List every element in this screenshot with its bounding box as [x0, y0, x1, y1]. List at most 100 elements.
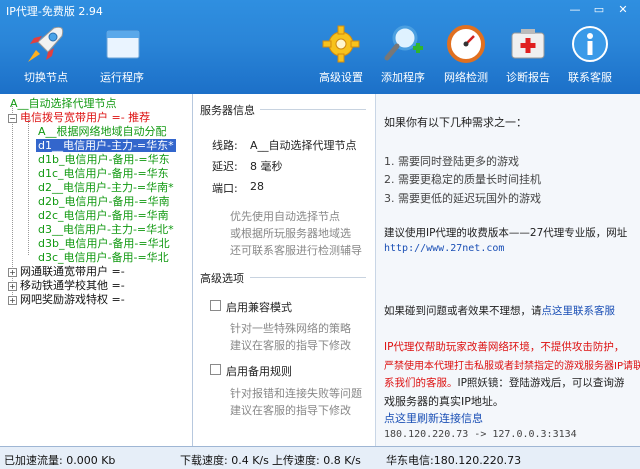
contact-link[interactable]: 点这里联系客服: [542, 305, 616, 317]
website-link[interactable]: http://www.27net.com: [384, 243, 504, 254]
tree-node-item[interactable]: d1c_电信用户-备用-=华东: [38, 167, 169, 181]
tree-node-label: A__自动选择代理节点: [10, 97, 117, 110]
network-check-button[interactable]: 网络检测: [438, 22, 494, 90]
tree-node-item[interactable]: d2c_电信用户-备用-=华南: [38, 209, 169, 223]
expand-icon[interactable]: +: [8, 281, 17, 291]
suggest-text: 建议使用IP代理的收费版本——27代理专业版，网址: [384, 227, 628, 239]
gear-icon: [322, 25, 360, 63]
tree-node-auto[interactable]: A__自动选择代理节点: [10, 97, 117, 111]
tree-node-label: d1c_电信用户-备用-=华东: [38, 167, 169, 180]
warning-line-1: IP代理仅帮助玩家改善网络环境，不提供攻击防护，: [384, 341, 625, 353]
backup-rules-label[interactable]: 启用备用规则: [226, 363, 292, 379]
need-2: 2. 需要更稳定的质量长时间挂机: [384, 173, 541, 186]
need-3: 3. 需要更低的延迟玩国外的游戏: [384, 192, 541, 205]
status-bar: 已加速流量: 0.000 Kb 下载速度: 0.4 K/s 上传速度: 0.8 …: [0, 446, 640, 469]
expand-icon[interactable]: +: [8, 267, 17, 277]
tree-node-label: 电信拨号宽带用户 =- 推荐: [20, 111, 151, 124]
download-speed: 下载速度: 0.4 K/s: [180, 454, 269, 467]
connection-info: 180.120.220.73 -> 127.0.0.3:3134: [384, 429, 577, 440]
tree-node-label: d3c_电信用户-备用-=华北: [38, 251, 169, 264]
switch-node-button[interactable]: 切换节点: [16, 22, 76, 90]
compat-mode-checkbox[interactable]: [210, 300, 221, 311]
tree-node-mobile[interactable]: + 移动铁通学校其他 =-: [8, 279, 125, 293]
warning-line-3: 系我们的客服。IP照妖镜：登陆游戏后，可以查询游: [384, 375, 624, 390]
tree-node-label: A__根据网络地域自动分配: [38, 125, 167, 138]
server-note-3: 还可联系客服进行检测辅导: [230, 244, 362, 257]
tree-node-netbar[interactable]: + 网吧奖励游戏特权 =-: [8, 293, 125, 307]
compat-note-2: 建议在客服的指导下修改: [230, 339, 351, 352]
warning-line-4: 戏服务器的真实IP地址。: [384, 395, 504, 408]
tree-node-telecom[interactable]: − 电信拨号宽带用户 =- 推荐: [8, 111, 150, 125]
diagnose-report-button[interactable]: 诊断报告: [500, 22, 556, 90]
tree-node-label: 移动铁通学校其他 =-: [20, 279, 125, 292]
port-value: 28: [250, 180, 264, 193]
backup-note-2: 建议在客服的指导下修改: [230, 404, 351, 417]
tree-node-label: d1b_电信用户-备用-=华东: [38, 153, 170, 166]
server-info-title: 服务器信息: [200, 104, 255, 117]
add-program-button[interactable]: 添加程序: [375, 22, 431, 90]
line-label: 线路:: [212, 139, 238, 152]
refresh-connection-link[interactable]: 点这里刷新连接信息: [384, 410, 483, 426]
tree-line: [28, 120, 29, 255]
collapse-icon[interactable]: −: [8, 113, 17, 123]
backup-rules-checkbox[interactable]: [210, 364, 221, 375]
network-check-label: 网络检测: [444, 71, 488, 84]
latency-value: 8 毫秒: [250, 160, 283, 173]
node-tree: A__自动选择代理节点 − 电信拨号宽带用户 =- 推荐 A__根据网络地域自动分…: [0, 94, 193, 446]
divider: [260, 109, 366, 110]
port-label: 端口:: [212, 182, 238, 195]
tree-node-item-selected[interactable]: d1__电信用户-主力-=华东*: [36, 139, 176, 153]
tree-node-label: d1__电信用户-主力-=华东*: [36, 139, 176, 152]
run-program-button[interactable]: 运行程序: [92, 22, 152, 90]
header-bar: IP代理-免费版 2.94 — ▭ ✕ 切换节点 运行程序 高级设置 添加程序 …: [0, 0, 640, 94]
problem-text: 如果碰到问题或者效果不理想，请点这里联系客服: [384, 303, 615, 318]
title-bar: IP代理-免费版 2.94 — ▭ ✕: [0, 0, 640, 20]
warning-contact: 系我们的客服。: [384, 377, 458, 389]
diagnose-report-label: 诊断报告: [506, 71, 550, 84]
problem-prefix: 如果碰到问题或者效果不理想，请: [384, 305, 542, 317]
divider: [250, 277, 366, 278]
add-program-label: 添加程序: [381, 71, 425, 84]
need-1: 1. 需要同时登陆更多的游戏: [384, 155, 519, 168]
tree-node-item[interactable]: d3b_电信用户-备用-=华北: [38, 237, 170, 251]
restore-button[interactable]: ▭: [590, 2, 608, 17]
advanced-settings-button[interactable]: 高级设置: [313, 22, 369, 90]
ip-mirror-text: IP照妖镜：登陆游戏后，可以查询游: [457, 377, 625, 389]
compat-note-1: 针对一些特殊网络的策略: [230, 322, 351, 335]
minimize-button[interactable]: —: [566, 2, 584, 17]
info-panel: 如果你有以下几种需求之一： 1. 需要同时登陆更多的游戏 2. 需要更稳定的质量…: [375, 94, 640, 446]
window-title: IP代理-免费版 2.94: [6, 5, 103, 18]
speedometer-icon: [447, 25, 485, 63]
switch-node-label: 切换节点: [24, 71, 68, 84]
contact-support-button[interactable]: 联系客服: [562, 22, 618, 90]
tree-node-label: d2c_电信用户-备用-=华南: [38, 209, 169, 222]
tree-node-item[interactable]: d3__电信用户-主力-=华北*: [38, 223, 174, 237]
advanced-options-title: 高级选项: [200, 272, 244, 285]
intro-text: 如果你有以下几种需求之一：: [384, 116, 527, 129]
tree-node-label: d2b_电信用户-备用-=华南: [38, 195, 170, 208]
tree-node-item[interactable]: d2b_电信用户-备用-=华南: [38, 195, 170, 209]
accelerated-traffic: 已加速流量: 0.000 Kb: [4, 454, 116, 467]
tree-node-label: d2__电信用户-主力-=华南*: [38, 181, 174, 194]
tree-node-label: d3b_电信用户-备用-=华北: [38, 237, 170, 250]
tree-node-label: 网通联通宽带用户 =-: [20, 265, 125, 278]
compat-mode-label[interactable]: 启用兼容模式: [226, 299, 292, 315]
magnifier-plus-icon: [384, 25, 423, 61]
info-icon: [572, 26, 608, 62]
tree-node-item[interactable]: d1b_电信用户-备用-=华东: [38, 153, 170, 167]
tree-node-unicom[interactable]: + 网通联通宽带用户 =-: [8, 265, 125, 279]
first-aid-icon: [511, 29, 545, 59]
backup-note-1: 针对报错和连接失败等问题: [230, 387, 362, 400]
tree-node-item[interactable]: d3c_电信用户-备用-=华北: [38, 251, 169, 265]
isp-address: 华东电信:180.120.220.73: [386, 454, 522, 467]
latency-label: 延迟:: [212, 160, 238, 173]
server-info-panel: 服务器信息 线路: A__自动选择代理节点 延迟: 8 毫秒 端口: 28 优先…: [194, 94, 374, 446]
contact-support-label: 联系客服: [568, 71, 612, 84]
server-note-2: 或根据所玩服务器地域选: [230, 227, 351, 240]
server-note-1: 优先使用自动选择节点: [230, 210, 340, 223]
run-program-label: 运行程序: [100, 71, 144, 84]
close-button[interactable]: ✕: [614, 2, 632, 17]
tree-node-item[interactable]: d2__电信用户-主力-=华南*: [38, 181, 174, 195]
expand-icon[interactable]: +: [8, 295, 17, 305]
tree-node-item[interactable]: A__根据网络地域自动分配: [38, 125, 167, 139]
